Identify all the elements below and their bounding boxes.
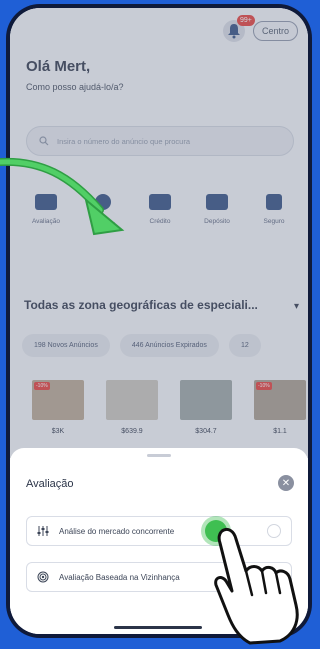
home-indicator [114,626,202,629]
pointing-hand-icon [214,527,299,645]
sheet-title: Avaliação [26,478,74,490]
close-icon[interactable]: ✕ [278,475,294,491]
option-label: Análise do mercado concorrente [59,526,175,536]
target-icon [37,571,49,583]
option-label: Avaliação Baseada na Vizinhança [59,572,180,582]
annotation-arrow-icon [0,157,125,236]
sliders-icon [37,526,49,536]
sheet-grabber[interactable] [147,454,171,457]
